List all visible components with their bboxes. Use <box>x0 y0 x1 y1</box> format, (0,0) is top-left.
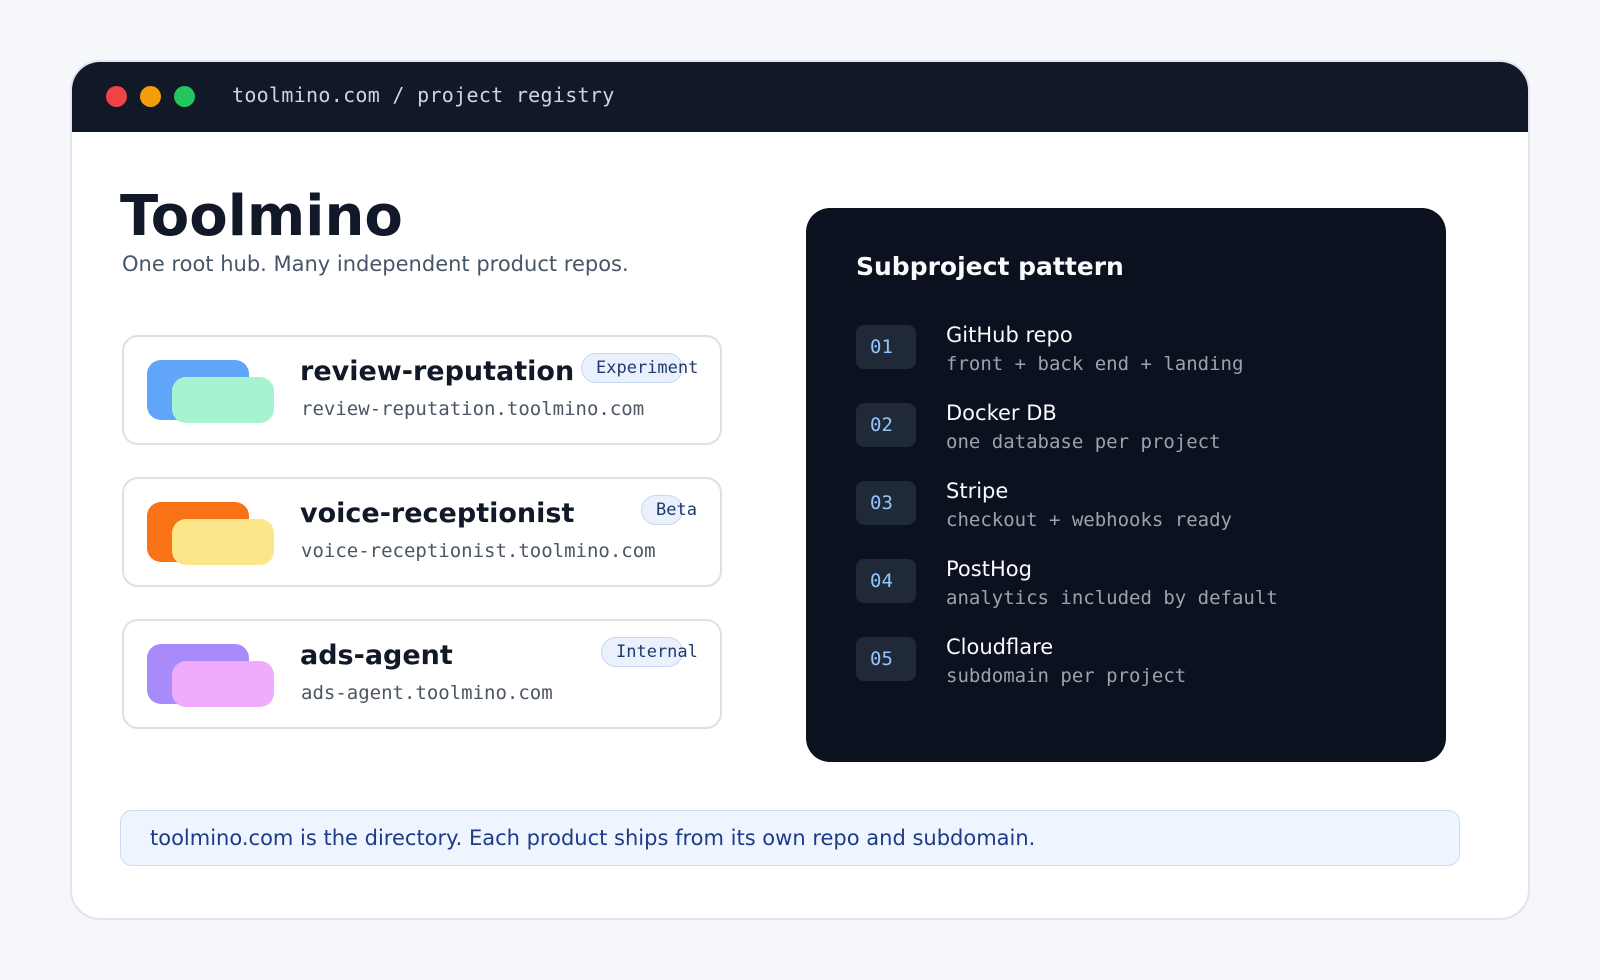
project-domain-link[interactable]: voice-receptionist.toolmino.com <box>301 540 656 562</box>
step-description: analytics included by default <box>946 587 1278 609</box>
project-logo-front <box>172 377 274 423</box>
minimize-window-button[interactable] <box>140 86 161 107</box>
maximize-window-button[interactable] <box>174 86 195 107</box>
step-description: subdomain per project <box>946 665 1187 687</box>
subproject-pattern-panel: Subproject pattern 01 GitHub repo front … <box>806 208 1446 762</box>
address-text: toolmino.com / project registry <box>232 83 615 107</box>
project-name: voice-receptionist <box>300 498 575 529</box>
step-title: Cloudflare <box>946 635 1054 659</box>
step-title: Stripe <box>946 479 1009 503</box>
step-number: 04 <box>856 559 916 603</box>
step-number: 02 <box>856 403 916 447</box>
info-note: toolmino.com is the directory. Each prod… <box>120 810 1460 866</box>
project-name: ads-agent <box>300 640 453 671</box>
pattern-step: 03 Stripe checkout + webhooks ready <box>856 479 1416 541</box>
step-title: PostHog <box>946 557 1032 581</box>
step-title: Docker DB <box>946 401 1057 425</box>
project-card-voice-receptionist[interactable]: voice-receptionist voice-receptionist.to… <box>122 477 722 587</box>
step-number: 03 <box>856 481 916 525</box>
step-description: checkout + webhooks ready <box>946 509 1232 531</box>
status-badge: Experiment <box>581 353 698 383</box>
close-window-button[interactable] <box>106 86 127 107</box>
step-number: 01 <box>856 325 916 369</box>
step-title: GitHub repo <box>946 323 1073 347</box>
project-domain-link[interactable]: review-reputation.toolmino.com <box>301 398 644 420</box>
project-domain-link[interactable]: ads-agent.toolmino.com <box>301 682 553 704</box>
pattern-step: 05 Cloudflare subdomain per project <box>856 635 1416 697</box>
title-bar: toolmino.com / project registry <box>72 62 1528 132</box>
status-badge: Beta <box>641 495 697 525</box>
panel-title: Subproject pattern <box>856 252 1124 281</box>
page-title: Toolmino <box>120 184 403 249</box>
project-logo-front <box>172 661 274 707</box>
step-description: front + back end + landing <box>946 353 1244 375</box>
pattern-step: 01 GitHub repo front + back end + landin… <box>856 323 1416 385</box>
project-card-ads-agent[interactable]: ads-agent ads-agent.toolmino.com Interna… <box>122 619 722 729</box>
pattern-step: 04 PostHog analytics included by default <box>856 557 1416 619</box>
step-description: one database per project <box>946 431 1221 453</box>
pattern-step: 02 Docker DB one database per project <box>856 401 1416 463</box>
page-subtitle: One root hub. Many independent product r… <box>122 252 629 276</box>
browser-window: toolmino.com / project registry Toolmino… <box>70 60 1530 920</box>
project-logo-front <box>172 519 274 565</box>
step-number: 05 <box>856 637 916 681</box>
project-card-review-reputation[interactable]: review-reputation review-reputation.tool… <box>122 335 722 445</box>
project-name: review-reputation <box>300 356 575 387</box>
status-badge: Internal <box>601 637 698 667</box>
